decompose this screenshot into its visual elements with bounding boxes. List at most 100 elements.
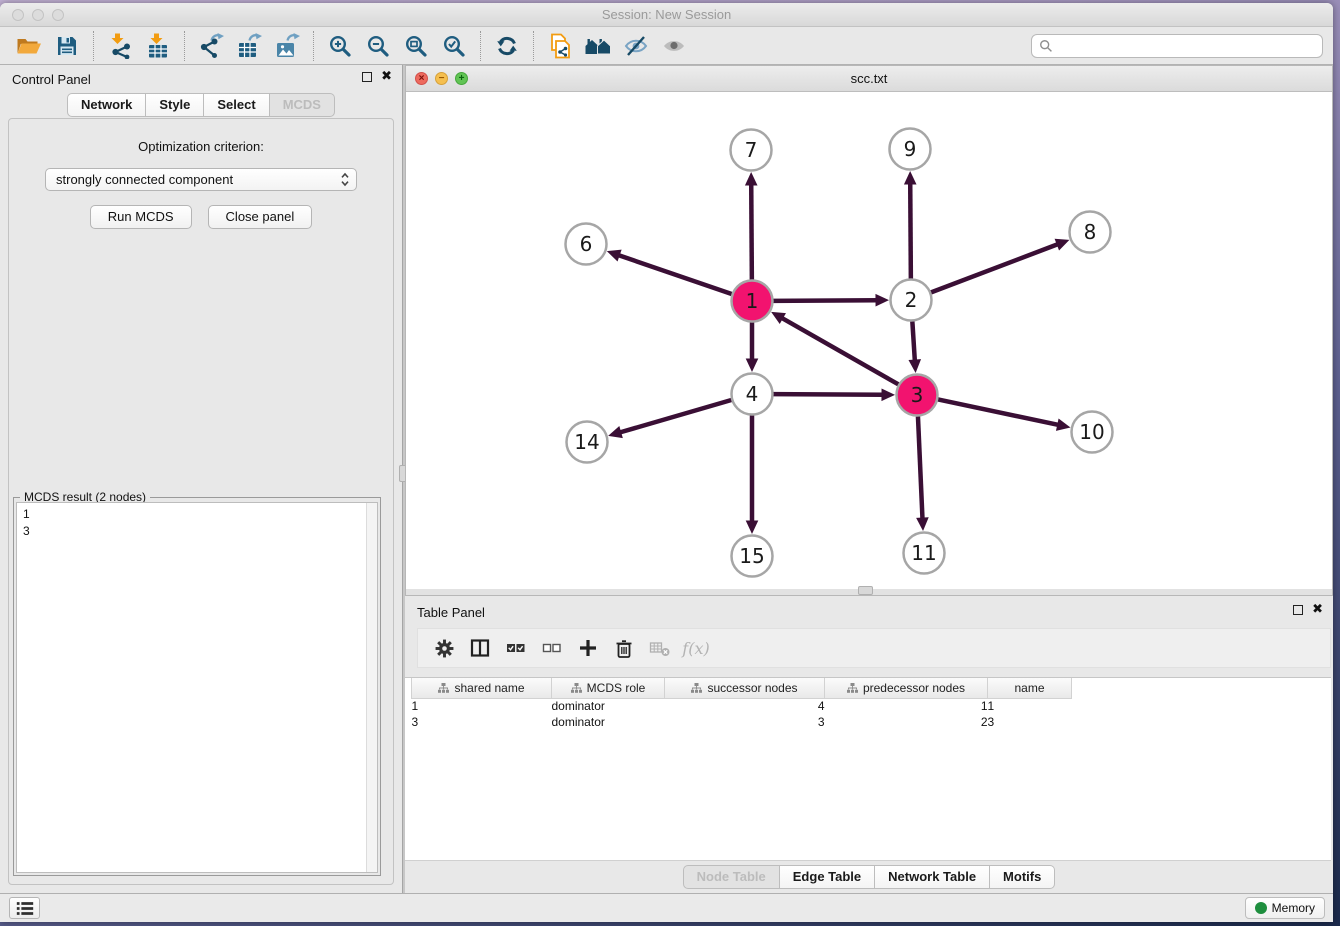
graph-node-11[interactable]: 11 [904, 533, 945, 574]
table-cell[interactable]: 3 [988, 714, 1072, 730]
mcds-result-list[interactable]: 13 [16, 502, 378, 873]
table-cell[interactable]: 4 [665, 698, 825, 714]
memory-button[interactable]: Memory [1245, 897, 1325, 919]
network-canvas[interactable]: 7 9 6 8 1 2 4 3 14 10 15 11 [406, 92, 1332, 589]
graph-node-14[interactable]: 14 [567, 422, 608, 463]
graph-edge-2-9[interactable] [910, 182, 911, 278]
tab-style[interactable]: Style [146, 93, 204, 117]
graph-edge-3-10[interactable] [938, 399, 1059, 425]
criterion-select[interactable]: strongly connected component [45, 168, 357, 191]
export-image-button[interactable] [268, 30, 306, 62]
splitter-handle[interactable] [858, 586, 873, 595]
select-all-columns-button[interactable] [498, 633, 534, 663]
float-panel-icon[interactable] [1293, 605, 1303, 615]
tab-edge-table[interactable]: Edge Table [780, 865, 875, 889]
graph-edge-arrow [916, 517, 929, 531]
graph-node-4[interactable]: 4 [732, 374, 773, 415]
zoom-in-icon [328, 34, 352, 58]
zoom-out-button[interactable] [359, 30, 397, 62]
unselect-all-icon [542, 638, 562, 658]
table-cell[interactable]: 3 [412, 714, 552, 730]
clone-network-button[interactable] [541, 30, 579, 62]
graph-edge-4-14[interactable] [619, 400, 731, 433]
delete-rows-button[interactable] [606, 633, 642, 663]
search-input[interactable] [1058, 38, 1315, 53]
close-panel-icon[interactable]: ✖ [1312, 604, 1323, 616]
column-header[interactable]: predecessor nodes [825, 678, 988, 698]
clone-network-icon [548, 33, 572, 59]
horizontal-splitter[interactable] [406, 589, 1332, 595]
export-table-button[interactable] [230, 30, 268, 62]
graph-edge-3-11[interactable] [918, 416, 923, 519]
refresh-view-button[interactable] [488, 30, 526, 62]
graph-edge-2-3[interactable] [912, 321, 915, 361]
save-session-button[interactable] [48, 30, 86, 62]
graph-node-9[interactable]: 9 [890, 129, 931, 170]
graph-edge-2-8[interactable] [931, 244, 1059, 292]
open-session-button[interactable] [10, 30, 48, 62]
svg-text:3: 3 [911, 383, 924, 407]
graph-node-1[interactable]: 1 [732, 281, 773, 322]
graph-node-8[interactable]: 8 [1070, 212, 1111, 253]
tab-node-table[interactable]: Node Table [683, 865, 780, 889]
import-table-button[interactable] [139, 30, 177, 62]
function-icon: f(x) [682, 639, 709, 658]
tab-motifs[interactable]: Motifs [990, 865, 1055, 889]
graph-node-3[interactable]: 3 [897, 375, 938, 416]
column-header[interactable]: shared name [412, 678, 552, 698]
import-table-icon [145, 33, 171, 59]
table-settings-button[interactable] [426, 633, 462, 663]
delete-columns-button[interactable] [642, 633, 678, 663]
graph-node-2[interactable]: 2 [891, 280, 932, 321]
table-cell[interactable]: dominator [552, 698, 665, 714]
graph-node-6[interactable]: 6 [566, 224, 607, 265]
close-panel-button[interactable]: Close panel [208, 205, 313, 229]
add-row-button[interactable] [570, 633, 606, 663]
tab-network-table[interactable]: Network Table [875, 865, 990, 889]
graph-node-15[interactable]: 15 [732, 536, 773, 577]
show-all-button[interactable] [655, 30, 693, 62]
tab-network[interactable]: Network [67, 93, 146, 117]
column-header[interactable]: MCDS role [552, 678, 665, 698]
table-cell[interactable]: 1 [412, 698, 552, 714]
graph-node-7[interactable]: 7 [731, 130, 772, 171]
table-cell[interactable]: 3 [665, 714, 825, 730]
table-cell[interactable]: 2 [825, 714, 988, 730]
graph-edge-4-3[interactable] [773, 394, 883, 395]
result-scrollbar[interactable] [366, 503, 377, 872]
zoom-fit-icon [404, 34, 428, 58]
table-row[interactable]: 1dominator411 [412, 698, 1072, 714]
graph-edge-1-6[interactable] [618, 255, 732, 294]
column-header[interactable]: successor nodes [665, 678, 825, 698]
zoom-fit-button[interactable] [397, 30, 435, 62]
unselect-all-columns-button[interactable] [534, 633, 570, 663]
mcds-result-box: MCDS result (2 nodes) 13 [13, 497, 381, 876]
table-panel-tabs: Node TableEdge TableNetwork TableMotifs [405, 865, 1333, 889]
graph-edge-1-7[interactable] [751, 183, 752, 279]
hide-selected-button[interactable] [617, 30, 655, 62]
show-columns-button[interactable] [462, 633, 498, 663]
float-panel-icon[interactable] [362, 72, 372, 82]
run-mcds-button[interactable]: Run MCDS [90, 205, 192, 229]
apply-layout-button[interactable] [579, 30, 617, 62]
hierarchy-icon [438, 683, 449, 693]
zoom-in-button[interactable] [321, 30, 359, 62]
table-cell[interactable]: 1 [988, 698, 1072, 714]
table-cell[interactable]: dominator [552, 714, 665, 730]
tab-select[interactable]: Select [204, 93, 269, 117]
graph-edge-3-1[interactable] [781, 318, 898, 385]
graph-node-10[interactable]: 10 [1072, 412, 1113, 453]
tab-mcds[interactable]: MCDS [270, 93, 335, 117]
list-icon [15, 900, 35, 917]
apply-function-button[interactable]: f(x) [678, 633, 714, 663]
zoom-selected-button[interactable] [435, 30, 473, 62]
export-network-button[interactable] [192, 30, 230, 62]
show-panels-button[interactable] [9, 897, 40, 919]
table-row[interactable]: 3dominator323 [412, 714, 1072, 730]
graph-edge-1-2[interactable] [773, 300, 877, 301]
table-cell[interactable]: 1 [825, 698, 988, 714]
close-panel-icon[interactable]: ✖ [381, 71, 392, 83]
import-network-button[interactable] [101, 30, 139, 62]
column-header[interactable]: name [988, 678, 1072, 698]
toolbar-separator [480, 31, 481, 61]
